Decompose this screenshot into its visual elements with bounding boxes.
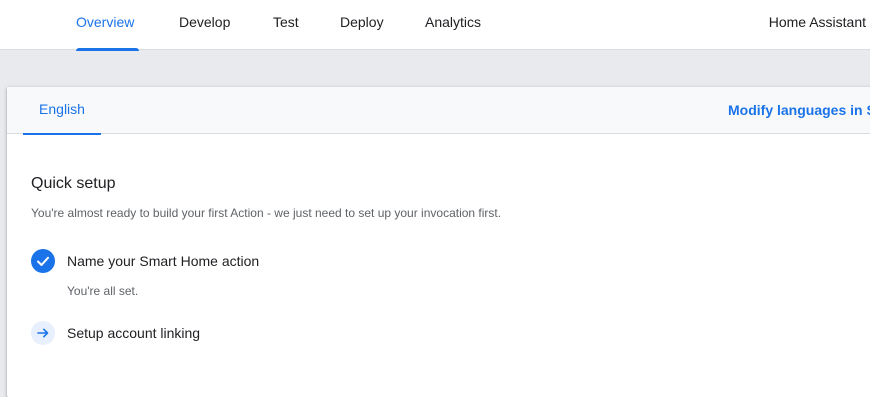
project-name[interactable]: Home Assistant [769, 0, 866, 45]
section-title: Quick setup [31, 175, 116, 192]
tab-overview[interactable]: Overview [76, 0, 139, 51]
top-nav-bar: Overview Develop Test Deploy Analytics H… [0, 0, 870, 51]
tab-language-english[interactable]: English [23, 87, 101, 135]
modify-languages-link[interactable]: Modify languages in S [728, 87, 870, 134]
tab-analytics[interactable]: Analytics [425, 0, 481, 50]
step-account-linking-link[interactable]: Setup account linking [67, 325, 200, 341]
step-name-action-label: Name your Smart Home action [67, 253, 260, 269]
section-description: You're almost ready to build your first … [31, 206, 502, 220]
arrow-right-icon[interactable] [31, 321, 55, 345]
quick-setup-card: English Modify languages in S Quick setu… [7, 87, 870, 397]
check-circle-icon [31, 249, 55, 273]
tab-develop[interactable]: Develop [179, 0, 230, 50]
step-status-text: You're all set. [67, 284, 139, 298]
language-tab-bar: English Modify languages in S [7, 87, 870, 135]
tab-test[interactable]: Test [273, 0, 299, 50]
tab-deploy[interactable]: Deploy [340, 0, 384, 50]
